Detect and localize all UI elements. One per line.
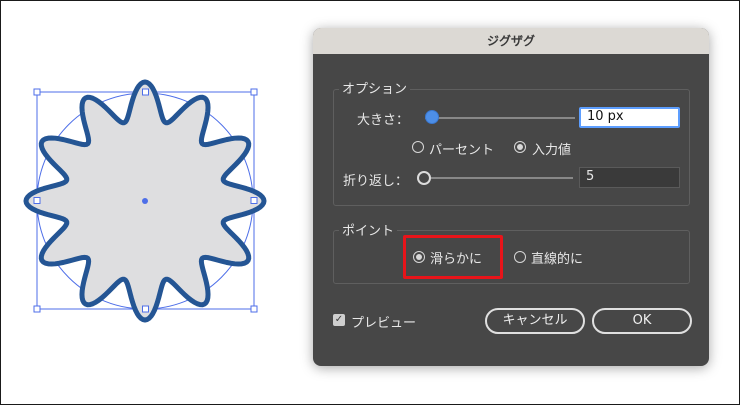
resize-handle[interactable] (250, 305, 258, 313)
size-input[interactable]: 10 px (579, 107, 680, 128)
absolute-label[interactable]: 入力値 (532, 139, 571, 158)
preview-label[interactable]: プレビュー (351, 312, 416, 331)
smooth-radio[interactable] (413, 251, 425, 263)
artboard-canvas[interactable] (0, 0, 300, 405)
absolute-radio[interactable] (514, 141, 526, 153)
cancel-button[interactable]: キャンセル (485, 308, 585, 334)
center-point (142, 198, 148, 204)
resize-handle[interactable] (33, 197, 41, 204)
size-slider-track[interactable] (425, 117, 575, 119)
dialog-title: ジグザグ (313, 28, 709, 54)
percent-label[interactable]: パーセント (429, 139, 494, 158)
ridges-input[interactable]: 5 (579, 167, 680, 188)
smooth-label[interactable]: 滑らかに (430, 248, 482, 267)
point-group-title: ポイント (339, 220, 398, 239)
options-group-title: オプション (339, 78, 411, 97)
size-slider-thumb[interactable] (425, 110, 439, 124)
corner-radio[interactable] (514, 251, 526, 263)
resize-handle[interactable] (33, 305, 41, 313)
preview-checkbox[interactable]: ✓ (333, 314, 345, 326)
resize-handle[interactable] (142, 88, 149, 96)
zigzag-dialog: ジグザグ オプション 大きさ： 10 px パーセント 入力値 折り返し： 5 … (313, 28, 709, 366)
percent-radio[interactable] (412, 141, 424, 153)
size-label: 大きさ： (357, 113, 410, 128)
resize-handle[interactable] (250, 88, 258, 96)
ridges-slider-track[interactable] (423, 177, 573, 179)
ok-button[interactable]: OK (592, 308, 692, 334)
resize-handle[interactable] (250, 197, 258, 204)
corner-label[interactable]: 直線的に (531, 248, 583, 267)
ridges-label: 折り返し： (343, 174, 409, 189)
resize-handle[interactable] (142, 305, 149, 313)
resize-handle[interactable] (33, 88, 41, 96)
zigzag-artwork[interactable] (0, 0, 300, 405)
ridges-slider-thumb[interactable] (417, 171, 431, 185)
